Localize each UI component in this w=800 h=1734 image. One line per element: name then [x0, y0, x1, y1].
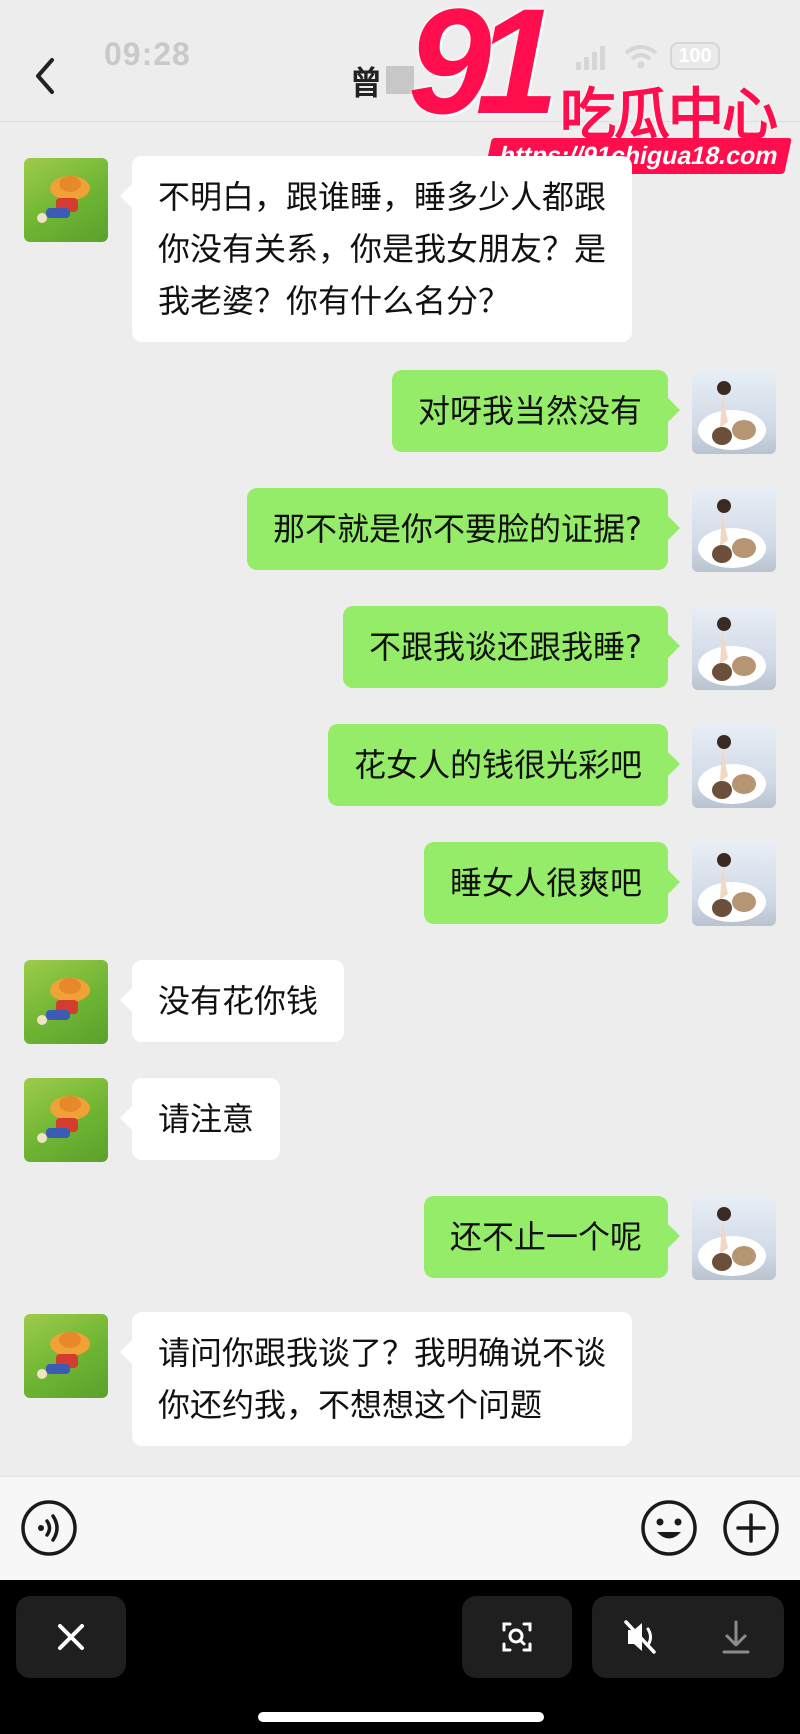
avatar-image — [37, 1332, 90, 1379]
message-bubble-incoming[interactable]: 不明白，跟谁睡，睡多少人都跟 你没有关系，你是我女朋友？是 我老婆？你有什么名分… — [119, 156, 633, 342]
emoji-button[interactable] — [640, 1499, 698, 1557]
media-controls — [592, 1596, 784, 1678]
contact-avatar[interactable] — [24, 158, 108, 242]
avatar-image — [698, 381, 766, 450]
avatar-image — [37, 978, 90, 1025]
download-button[interactable] — [688, 1596, 784, 1678]
add-button[interactable] — [722, 1499, 780, 1557]
message-bubble-outgoing[interactable]: 还不止一个呢 — [423, 1196, 681, 1278]
chat-title: 曾 — [350, 64, 383, 102]
scan-button[interactable] — [462, 1596, 572, 1678]
plus-icon — [723, 1500, 779, 1556]
wifi-icon — [624, 45, 658, 69]
image-viewer-toolbar — [0, 1580, 800, 1734]
avatar-image — [698, 499, 766, 568]
avatar-image — [37, 1096, 90, 1143]
avatar-image — [698, 735, 766, 804]
message-bubble-outgoing[interactable]: 对呀我当然没有 — [391, 370, 681, 452]
voice-button[interactable] — [20, 1499, 78, 1557]
contact-avatar[interactable] — [24, 1314, 108, 1398]
avatar-image — [37, 176, 90, 223]
user-avatar[interactable] — [692, 370, 776, 454]
chat-input-bar — [0, 1476, 800, 1580]
avatar-image — [698, 617, 766, 686]
message-bubble-incoming[interactable]: 没有花你钱 — [119, 960, 345, 1042]
message-bubble-incoming[interactable]: 请注意 — [119, 1078, 281, 1160]
chat-header: 09:28 曾 100 — [0, 0, 800, 122]
message-bubble-incoming[interactable]: 请问你跟我谈了？我明确说不谈 你还约我，不想想这个问题 — [119, 1312, 633, 1446]
battery-indicator: 100 — [670, 42, 720, 70]
contact-avatar[interactable] — [24, 1078, 108, 1162]
mute-icon — [624, 1620, 656, 1654]
user-avatar[interactable] — [692, 724, 776, 808]
chevron-left-icon — [36, 58, 54, 94]
user-avatar[interactable] — [692, 842, 776, 926]
message-bubble-outgoing[interactable]: 睡女人很爽吧 — [423, 842, 681, 924]
signal-icon — [576, 46, 605, 70]
message-bubble-outgoing[interactable]: 那不就是你不要脸的证据? — [247, 488, 680, 570]
mute-button[interactable] — [592, 1596, 688, 1678]
close-button[interactable] — [16, 1596, 126, 1678]
user-avatar[interactable] — [692, 1196, 776, 1280]
user-avatar[interactable] — [692, 488, 776, 572]
close-icon — [58, 1624, 84, 1650]
user-avatar[interactable] — [692, 606, 776, 690]
home-indicator — [258, 1712, 544, 1722]
avatar-image — [698, 853, 766, 922]
avatar-image — [698, 1207, 766, 1276]
message-bubble-outgoing[interactable]: 不跟我谈还跟我睡? — [343, 606, 680, 688]
status-time: 09:28 — [104, 36, 191, 72]
scan-icon — [502, 1622, 532, 1652]
emoji-icon — [641, 1500, 697, 1556]
contact-avatar[interactable] — [24, 960, 108, 1044]
title-redaction — [386, 66, 414, 94]
download-icon — [722, 1620, 750, 1654]
voice-icon — [21, 1500, 77, 1556]
status-icons: 100 — [570, 40, 730, 80]
back-button[interactable] — [26, 52, 66, 100]
message-bubble-outgoing[interactable]: 花女人的钱很光彩吧 — [327, 724, 681, 806]
